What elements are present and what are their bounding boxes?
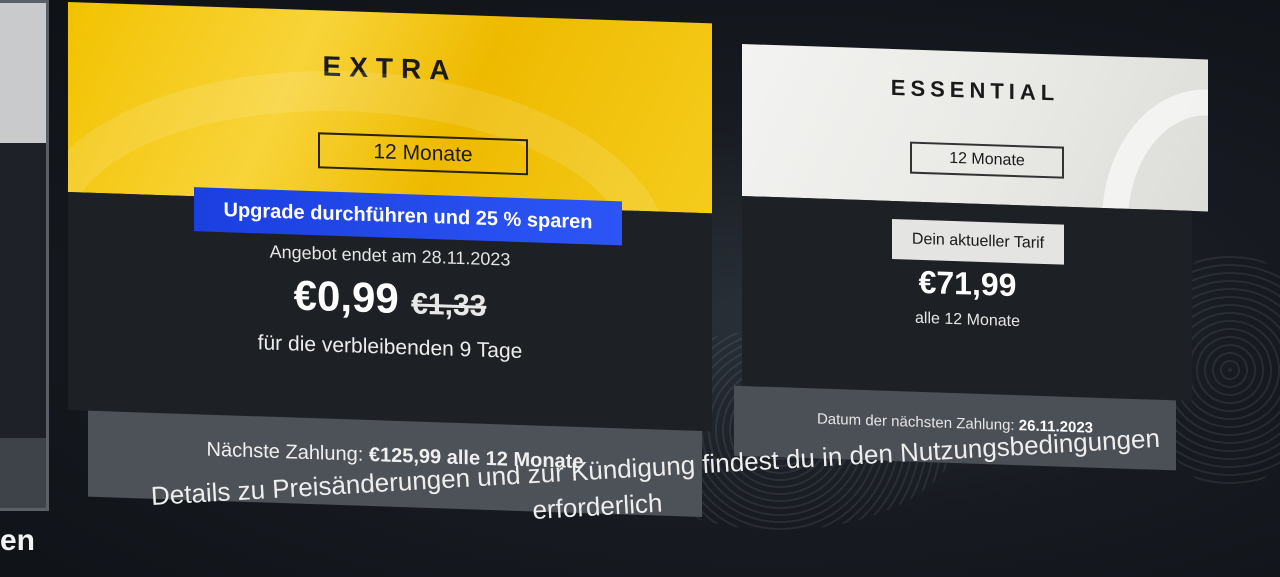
essential-period-box: 12 Monate bbox=[910, 141, 1064, 179]
extra-price-new: €0,99 bbox=[293, 271, 399, 322]
previous-plan-card[interactable] bbox=[0, 0, 49, 511]
previous-plan-card-header bbox=[0, 3, 46, 143]
essential-card-header: ESSENTIAL 12 Monate bbox=[742, 44, 1208, 212]
plan-card-extra[interactable]: EXTRA 12 Monate Upgrade durchführen und … bbox=[68, 2, 712, 521]
essential-title: ESSENTIAL bbox=[890, 74, 1060, 106]
partial-label: en bbox=[0, 524, 36, 557]
extra-period-box: 12 Monate bbox=[318, 132, 528, 176]
previous-plan-card-footer bbox=[0, 438, 46, 508]
extra-next-payment-label: Nächste Zahlung: bbox=[206, 438, 364, 466]
plan-card-essential[interactable]: ESSENTIAL 12 Monate Dein aktueller Tarif… bbox=[734, 44, 1208, 471]
current-plan-badge: Dein aktueller Tarif bbox=[892, 218, 1064, 265]
extra-card-header: EXTRA 12 Monate bbox=[68, 2, 712, 214]
extra-title: EXTRA bbox=[322, 50, 458, 86]
extra-price-old: €1,33 bbox=[411, 287, 487, 323]
